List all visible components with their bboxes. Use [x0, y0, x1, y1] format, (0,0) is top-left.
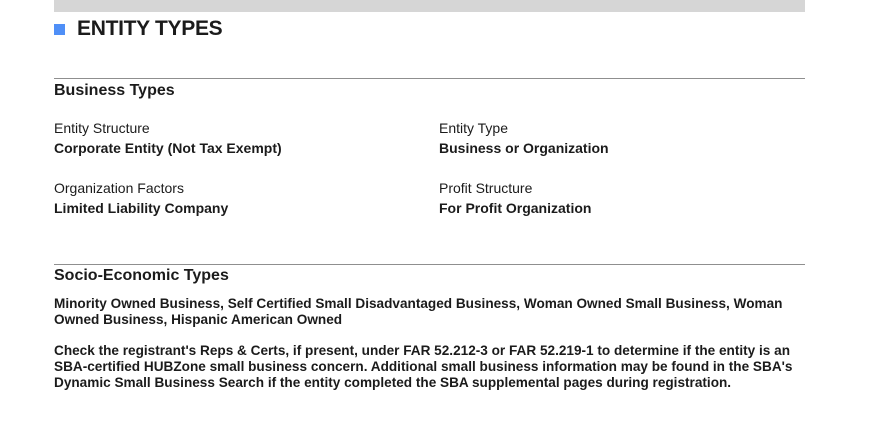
field-label: Entity Type — [439, 120, 509, 136]
field-organization-factors: Organization Factors Limited Liability C… — [54, 179, 414, 218]
socio-economic-types-list: Minority Owned Business, Self Certified … — [54, 296, 783, 327]
top-divider-bar — [54, 0, 805, 12]
field-value: Business or Organization — [439, 140, 609, 156]
square-icon — [54, 23, 65, 35]
field-entity-structure: Entity Structure Corporate Entity (Not T… — [54, 119, 414, 158]
socio-economic-heading: Socio-Economic Types — [54, 267, 229, 284]
field-value: For Profit Organization — [439, 200, 592, 216]
field-label: Entity Structure — [54, 120, 150, 136]
field-value: Limited Liability Company — [54, 200, 229, 216]
socio-economic-divider — [54, 264, 805, 265]
page-title: ENTITY TYPES — [77, 17, 223, 40]
hubzone-note: Check the registrant's Reps & Certs, if … — [54, 343, 793, 390]
business-types-divider — [54, 78, 805, 79]
business-types-heading: Business Types — [54, 82, 175, 99]
field-value: Corporate Entity (Not Tax Exempt) — [54, 140, 282, 156]
section-header: ENTITY TYPES — [54, 16, 223, 42]
field-label: Profit Structure — [439, 180, 533, 196]
field-entity-type: Entity Type Business or Organization — [439, 119, 799, 158]
field-profit-structure: Profit Structure For Profit Organization — [439, 179, 799, 218]
field-label: Organization Factors — [54, 180, 184, 196]
